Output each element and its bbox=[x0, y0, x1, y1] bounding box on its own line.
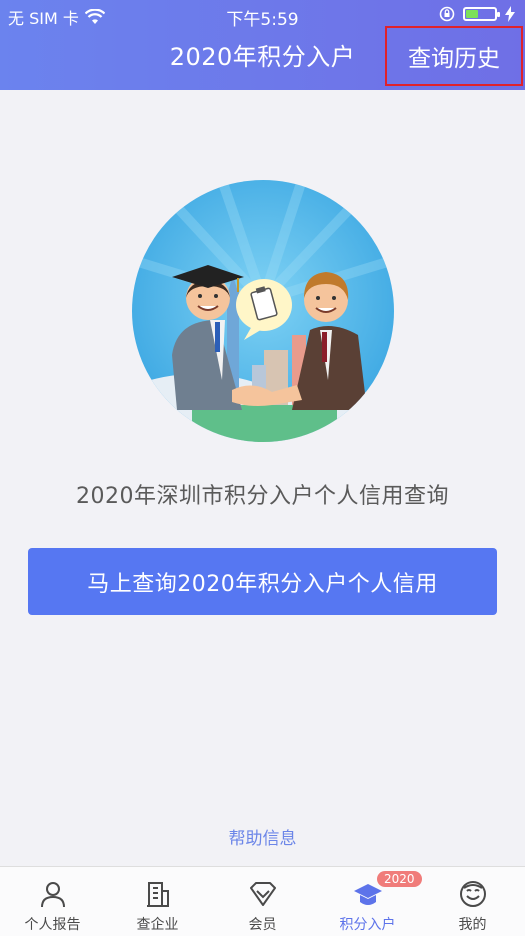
query-history-button[interactable]: 查询历史 bbox=[385, 26, 523, 86]
tab-company-search[interactable]: 查企业 bbox=[105, 867, 210, 936]
person-icon bbox=[40, 882, 65, 908]
tab-label: 会员 bbox=[248, 917, 277, 933]
tab-label: 积分入户 bbox=[339, 917, 396, 933]
smiley-icon bbox=[459, 881, 486, 907]
app-header: 无 SIM 卡 下午5:59 2020年积分入户 查询历史 bbox=[0, 0, 525, 90]
vip-icon bbox=[249, 882, 276, 906]
tab-points-settlement[interactable]: 2020 积分入户 bbox=[315, 867, 422, 936]
tab-label: 查企业 bbox=[136, 917, 179, 933]
status-right bbox=[439, 6, 515, 22]
tab-mine[interactable]: 我的 bbox=[420, 867, 525, 936]
tab-label: 我的 bbox=[458, 917, 487, 933]
battery-icon bbox=[463, 7, 500, 21]
page-caption: 2020年深圳市积分入户个人信用查询 bbox=[76, 484, 449, 509]
rotation-lock-icon bbox=[439, 6, 455, 22]
bottom-tab-bar: 个人报告 查企业 会员 2020 积分入户 我的 bbox=[0, 866, 525, 936]
tab-badge: 2020 bbox=[377, 871, 422, 887]
help-info-link[interactable]: 帮助信息 bbox=[0, 824, 525, 849]
charging-icon bbox=[505, 6, 515, 22]
building-icon bbox=[146, 882, 169, 907]
tab-personal-report[interactable]: 个人报告 bbox=[0, 867, 105, 936]
handshake-illustration bbox=[132, 180, 394, 442]
tab-label: 个人报告 bbox=[24, 917, 81, 933]
tab-membership[interactable]: 会员 bbox=[210, 867, 315, 936]
query-now-button[interactable]: 马上查询2020年积分入户个人信用 bbox=[28, 548, 497, 615]
